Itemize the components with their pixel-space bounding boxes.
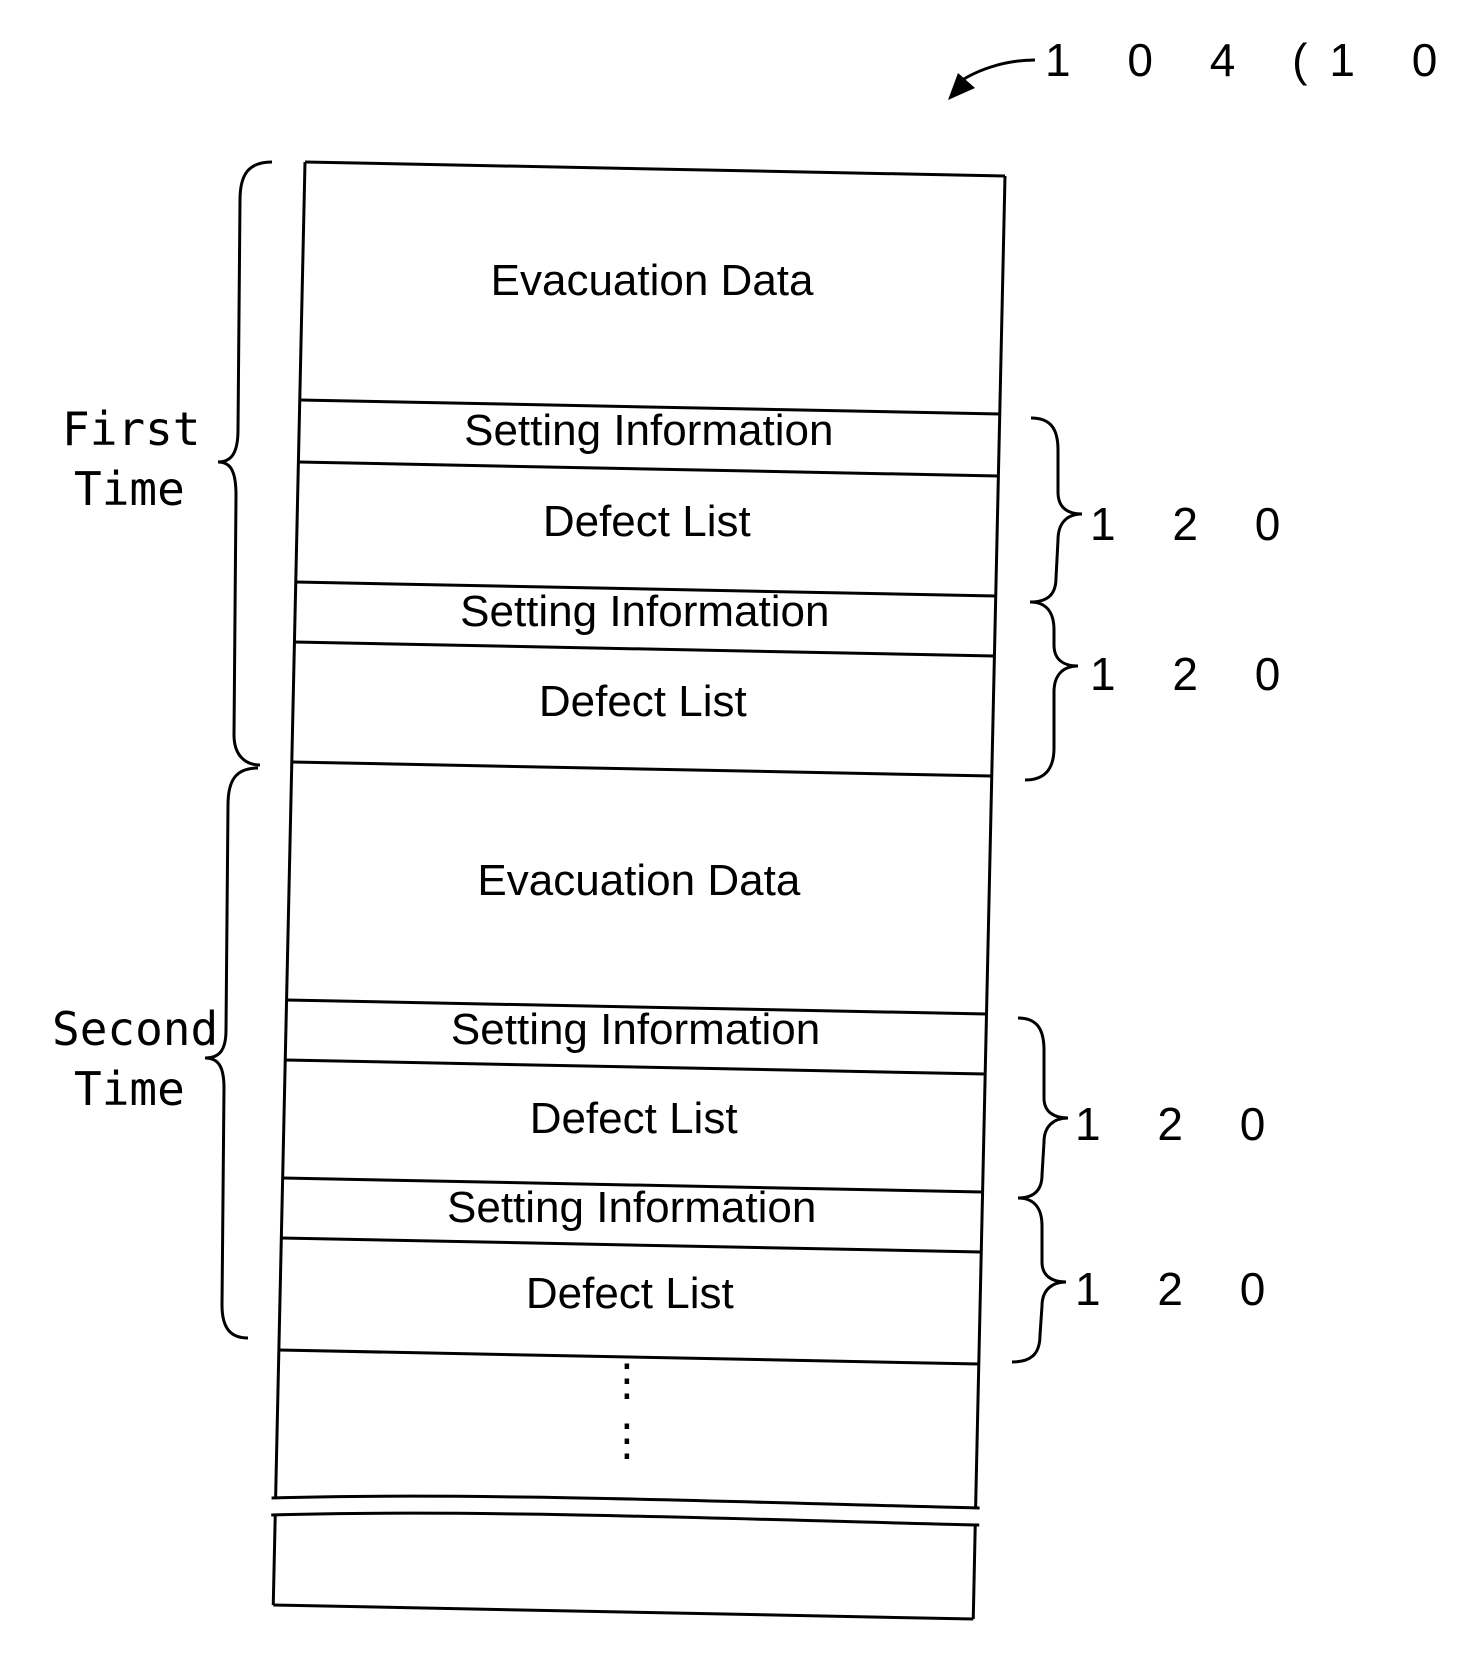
column-left-edge-lower (271, 1514, 277, 1606)
record-120-label-3: 1 2 0 (1075, 1098, 1287, 1150)
continuation-ellipsis-icon: ⋮ (605, 1356, 649, 1405)
record-120-brace-4-icon (1011, 1196, 1067, 1364)
first-time-label-line2: Time (74, 462, 185, 516)
second-time-label-line1: Second (52, 1002, 218, 1056)
setting-block-label: Setting Information (460, 587, 829, 636)
block-divider (281, 1236, 982, 1254)
continuation-ellipsis-icon: ⋮ (605, 1416, 649, 1465)
defect-block-label: Defect List (530, 1094, 738, 1143)
column-right-edge (974, 175, 1007, 1509)
defect-block-label: Defect List (539, 677, 747, 726)
setting-block-label: Setting Information (447, 1183, 816, 1232)
record-120-brace-3-icon (1017, 1016, 1069, 1200)
setting-block-label: Setting Information (451, 1005, 820, 1054)
first-time-label-line1: First (62, 402, 200, 456)
setting-block-label: Setting Information (464, 406, 833, 455)
column-bottom-edge (273, 1603, 974, 1621)
first-time-brace-icon (217, 160, 273, 767)
break-line-2 (271, 1511, 980, 1527)
block-divider (291, 760, 992, 778)
column-top-edge (304, 160, 1006, 178)
memory-layout-diagram: 1 0 4 (1 0.5) Evacuation Data Setting Inf… (52, 34, 1463, 1621)
column-right-edge-lower (971, 1524, 977, 1620)
record-120-label-4: 1 2 0 (1075, 1263, 1287, 1315)
block-divider (298, 460, 999, 478)
break-line-1 (271, 1494, 980, 1510)
reference-label: 1 0 4 (1 0.5) (1045, 34, 1463, 86)
column-left-edge (274, 161, 307, 1499)
defect-block-label: Defect List (526, 1269, 734, 1318)
defect-block-label: Defect List (543, 497, 751, 546)
record-120-brace-1-icon (1029, 416, 1083, 604)
block-divider (294, 640, 995, 658)
reference-arrow-icon (948, 58, 1036, 100)
record-120-label-2: 1 2 0 (1090, 648, 1302, 700)
evacuation-block-label: Evacuation Data (491, 256, 814, 305)
record-120-label-1: 1 2 0 (1090, 498, 1302, 550)
evacuation-block-label: Evacuation Data (477, 856, 800, 905)
record-120-brace-2-icon (1024, 600, 1079, 782)
second-time-label-line2: Time (74, 1062, 185, 1116)
block-divider (285, 1058, 986, 1076)
